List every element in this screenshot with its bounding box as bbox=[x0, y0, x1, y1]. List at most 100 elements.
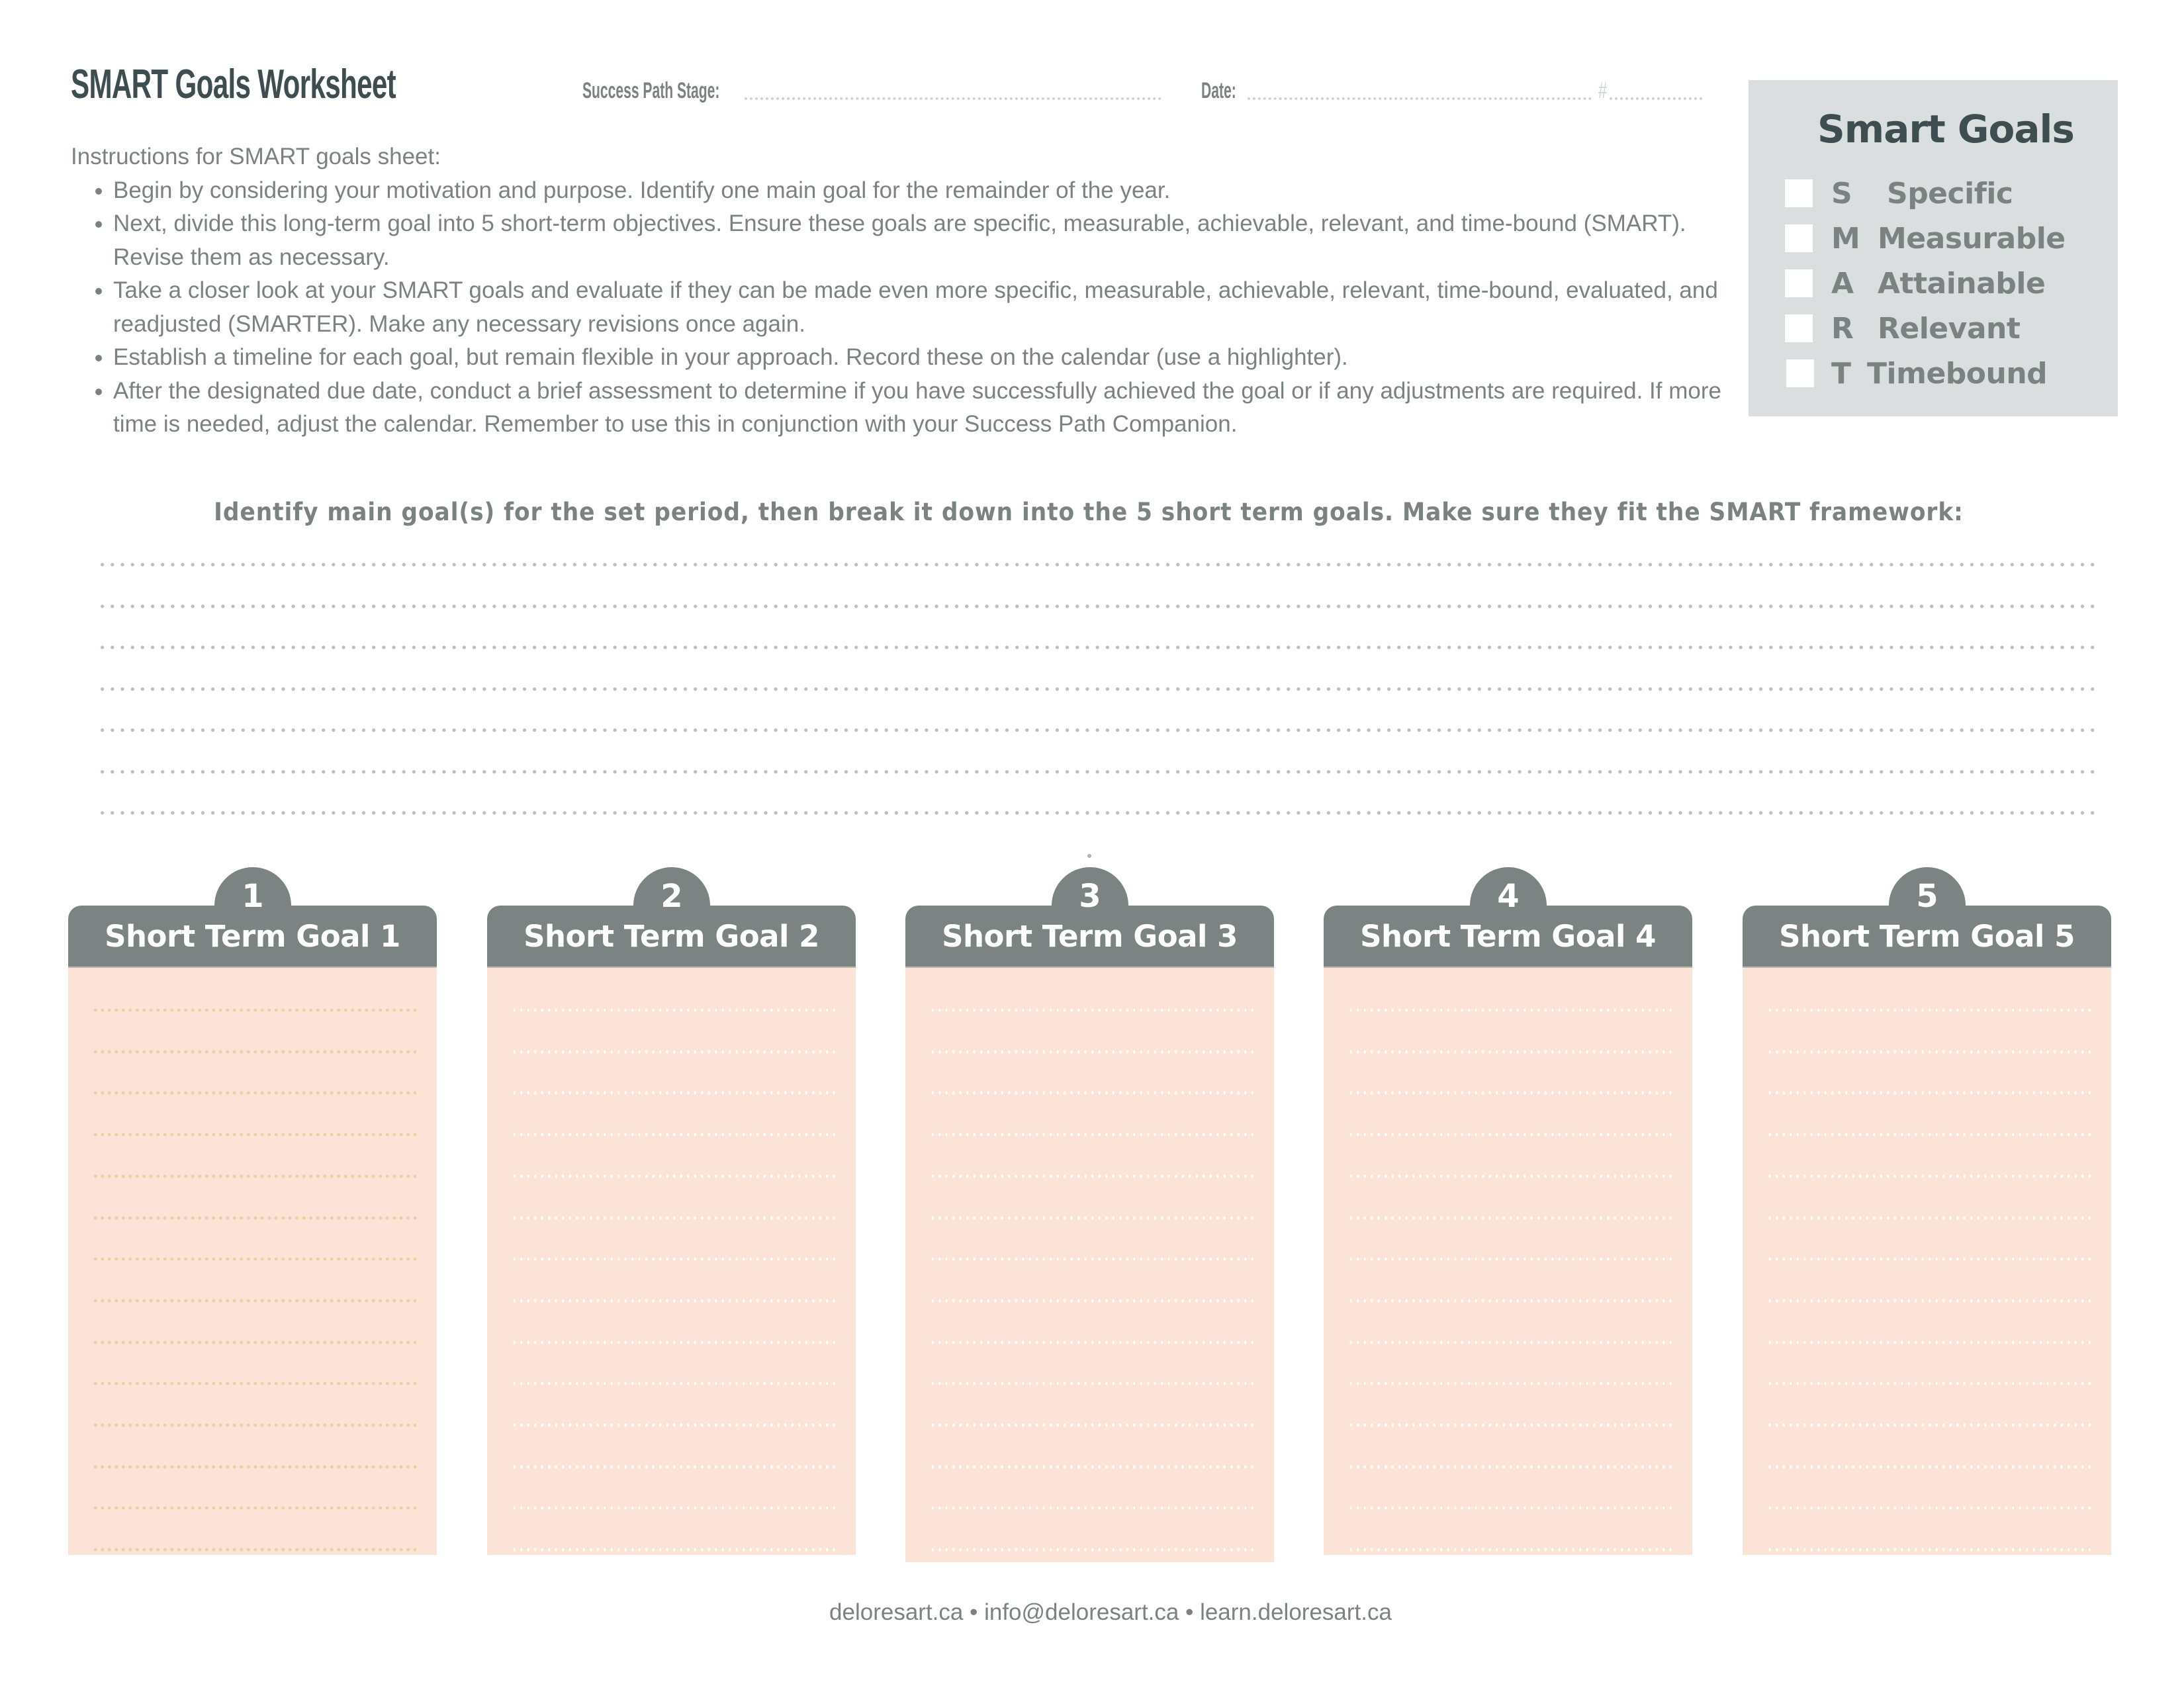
goal-writing-line[interactable] bbox=[92, 1008, 416, 1012]
goal-writing-line[interactable] bbox=[511, 1174, 835, 1178]
goal-writing-line[interactable] bbox=[1766, 1548, 2091, 1552]
goal-writing-line[interactable] bbox=[929, 1340, 1253, 1344]
checkbox[interactable] bbox=[1785, 224, 1813, 252]
goal-writing-line[interactable] bbox=[92, 1548, 416, 1552]
goal-writing-line[interactable] bbox=[1766, 1215, 2091, 1220]
goal-writing-line[interactable] bbox=[511, 1464, 835, 1469]
goal-card-body[interactable] bbox=[1324, 968, 1692, 1555]
goal-card-body[interactable] bbox=[905, 968, 1274, 1562]
goal-number: 2 bbox=[660, 878, 683, 915]
goal-card-body[interactable] bbox=[1743, 968, 2111, 1555]
goal-writing-line[interactable] bbox=[1766, 1340, 2091, 1344]
goal-writing-line[interactable] bbox=[1347, 1298, 1672, 1303]
checkbox[interactable] bbox=[1785, 314, 1813, 342]
goal-writing-line[interactable] bbox=[511, 1548, 835, 1552]
checkbox[interactable] bbox=[1785, 179, 1813, 207]
decorative-dot bbox=[1087, 854, 1091, 858]
goal-writing-line[interactable] bbox=[92, 1257, 416, 1262]
goal-writing-line[interactable] bbox=[1347, 1257, 1672, 1262]
goal-writing-line[interactable] bbox=[511, 1298, 835, 1303]
goal-writing-line[interactable] bbox=[929, 1174, 1253, 1178]
goal-writing-line[interactable] bbox=[1766, 1091, 2091, 1096]
goal-card-title: Short Term Goal 5 bbox=[1779, 919, 2075, 954]
goal-writing-line[interactable] bbox=[511, 1506, 835, 1511]
goal-writing-line[interactable] bbox=[92, 1340, 416, 1344]
goal-writing-line[interactable] bbox=[511, 1257, 835, 1262]
goal-writing-line[interactable] bbox=[1347, 1506, 1672, 1511]
goal-writing-line[interactable] bbox=[929, 1464, 1253, 1469]
goal-writing-line[interactable] bbox=[1347, 1174, 1672, 1178]
goal-writing-line[interactable] bbox=[511, 1091, 835, 1096]
goal-writing-line[interactable] bbox=[929, 1008, 1253, 1012]
main-goal-line[interactable] bbox=[97, 645, 2096, 649]
goal-writing-line[interactable] bbox=[1766, 1008, 2091, 1012]
smart-item-attainable: A Attainable bbox=[1785, 267, 2103, 301]
goal-writing-line[interactable] bbox=[1347, 1091, 1672, 1096]
number-field[interactable] bbox=[1610, 97, 1702, 100]
goal-writing-line[interactable] bbox=[929, 1548, 1253, 1552]
smart-letter: R bbox=[1831, 312, 1854, 346]
goal-writing-line[interactable] bbox=[511, 1133, 835, 1137]
checkbox[interactable] bbox=[1785, 269, 1813, 297]
goal-writing-line[interactable] bbox=[92, 1423, 416, 1427]
goal-writing-line[interactable] bbox=[929, 1257, 1253, 1262]
goal-writing-line[interactable] bbox=[1766, 1174, 2091, 1178]
goal-writing-line[interactable] bbox=[1766, 1464, 2091, 1469]
smart-letter: M bbox=[1831, 222, 1860, 256]
goal-writing-line[interactable] bbox=[1347, 1382, 1672, 1386]
goal-writing-line[interactable] bbox=[92, 1174, 416, 1178]
goal-writing-line[interactable] bbox=[1766, 1298, 2091, 1303]
goal-writing-line[interactable] bbox=[511, 1382, 835, 1386]
goal-card-body[interactable] bbox=[68, 968, 437, 1555]
goal-writing-line[interactable] bbox=[1347, 1215, 1672, 1220]
goal-writing-line[interactable] bbox=[1766, 1133, 2091, 1137]
goal-writing-line[interactable] bbox=[92, 1091, 416, 1096]
checkbox[interactable] bbox=[1786, 359, 1814, 387]
success-path-stage-field[interactable] bbox=[745, 97, 1161, 100]
goal-writing-line[interactable] bbox=[92, 1506, 416, 1511]
goal-writing-line[interactable] bbox=[92, 1133, 416, 1137]
goal-writing-line[interactable] bbox=[1766, 1049, 2091, 1054]
main-goal-line[interactable] bbox=[97, 604, 2096, 608]
goal-writing-line[interactable] bbox=[92, 1215, 416, 1220]
goal-writing-line[interactable] bbox=[1347, 1049, 1672, 1054]
goal-writing-line[interactable] bbox=[1347, 1464, 1672, 1469]
main-goal-line[interactable] bbox=[97, 769, 2096, 774]
goal-writing-line[interactable] bbox=[929, 1423, 1253, 1427]
goal-writing-line[interactable] bbox=[1347, 1548, 1672, 1552]
goal-writing-line[interactable] bbox=[92, 1382, 416, 1386]
goal-writing-line[interactable] bbox=[511, 1215, 835, 1220]
goal-writing-line[interactable] bbox=[1766, 1423, 2091, 1427]
goal-writing-line[interactable] bbox=[511, 1008, 835, 1012]
goal-writing-line[interactable] bbox=[929, 1215, 1253, 1220]
main-goal-line[interactable] bbox=[97, 686, 2096, 691]
goal-writing-line[interactable] bbox=[929, 1506, 1253, 1511]
instruction-item: Take a closer look at your SMART goals a… bbox=[113, 274, 1752, 341]
goal-writing-line[interactable] bbox=[92, 1298, 416, 1303]
goal-writing-line[interactable] bbox=[929, 1298, 1253, 1303]
goal-writing-line[interactable] bbox=[1766, 1257, 2091, 1262]
goal-writing-line[interactable] bbox=[511, 1049, 835, 1054]
date-field[interactable] bbox=[1248, 97, 1592, 100]
main-goal-line[interactable] bbox=[97, 728, 2096, 732]
goal-writing-line[interactable] bbox=[1347, 1133, 1672, 1137]
goal-writing-line[interactable] bbox=[1347, 1423, 1672, 1427]
goal-writing-line[interactable] bbox=[511, 1340, 835, 1344]
goal-writing-line[interactable] bbox=[511, 1423, 835, 1427]
goal-card-body[interactable] bbox=[487, 968, 856, 1555]
goal-writing-line[interactable] bbox=[92, 1049, 416, 1054]
goal-writing-line[interactable] bbox=[929, 1091, 1253, 1096]
goal-writing-line[interactable] bbox=[1347, 1008, 1672, 1012]
goal-writing-line[interactable] bbox=[1766, 1382, 2091, 1386]
number-label: # bbox=[1598, 78, 1608, 103]
goal-writing-line[interactable] bbox=[1347, 1340, 1672, 1344]
main-goal-line[interactable] bbox=[97, 811, 2096, 815]
goal-writing-line[interactable] bbox=[929, 1133, 1253, 1137]
goal-writing-line[interactable] bbox=[929, 1382, 1253, 1386]
instruction-item: Begin by considering your motivation and… bbox=[113, 174, 1752, 208]
smart-item-specific: S Specific bbox=[1785, 177, 2103, 211]
goal-writing-line[interactable] bbox=[1766, 1506, 2091, 1511]
main-goal-line[interactable] bbox=[97, 563, 2096, 567]
goal-writing-line[interactable] bbox=[92, 1464, 416, 1469]
goal-writing-line[interactable] bbox=[929, 1049, 1253, 1054]
